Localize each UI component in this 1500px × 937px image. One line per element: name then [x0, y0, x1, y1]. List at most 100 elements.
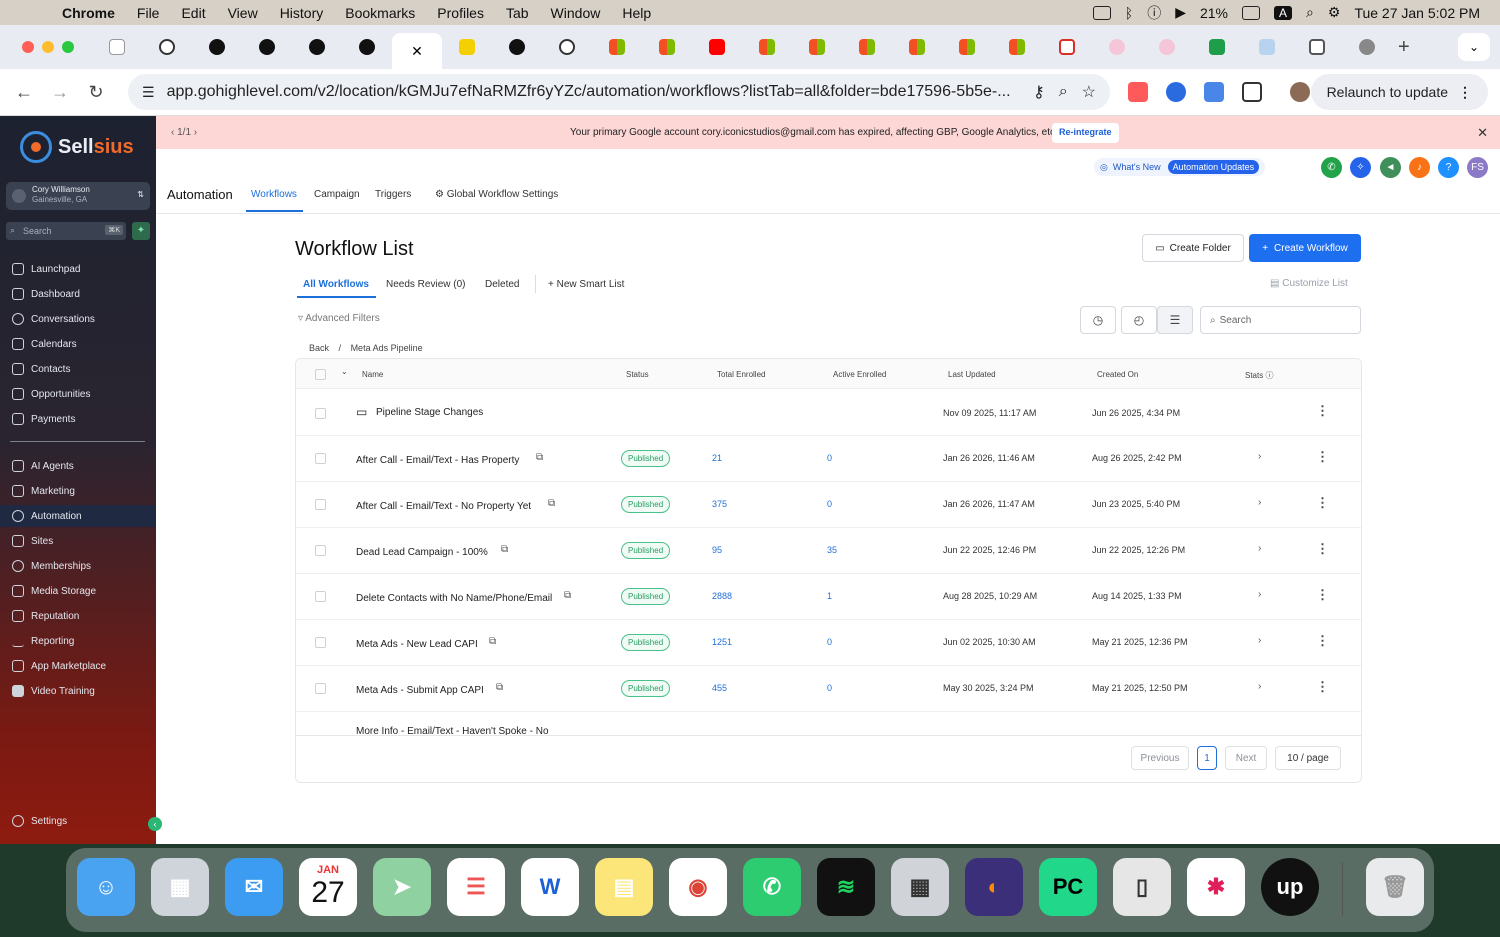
nav-app-marketplace[interactable]: App Marketplace [0, 655, 156, 677]
whatsapp-icon[interactable]: ✆ [743, 858, 801, 916]
google-translate-icon[interactable] [1204, 82, 1224, 102]
iphone-mirroring-icon[interactable]: ▯ [1113, 858, 1171, 916]
select-all-checkbox[interactable] [315, 369, 326, 380]
reintegrate-button[interactable]: Re-integrate [1052, 123, 1119, 143]
browser-tab[interactable] [542, 32, 592, 62]
new-smart-list-button[interactable]: + New Smart List [548, 279, 624, 290]
chevron-down-icon[interactable]: ⌄ [341, 367, 348, 376]
row-checkbox[interactable] [315, 637, 326, 648]
nav-marketing[interactable]: Marketing [0, 480, 156, 502]
nav-launchpad[interactable]: Launchpad [0, 258, 156, 280]
browser-tab[interactable] [1342, 32, 1392, 62]
maps-icon[interactable]: ➤ [373, 858, 431, 916]
browser-tab[interactable] [742, 32, 792, 62]
address-bar[interactable]: ☰ app.gohighlevel.com/v2/location/kGMJu7… [128, 74, 1110, 110]
tab-deleted[interactable]: Deleted [485, 279, 519, 290]
announcement-icon[interactable]: ◄ [1380, 157, 1401, 178]
menu-bookmarks[interactable]: Bookmarks [345, 5, 415, 21]
bookmark-star-icon[interactable]: ☆ [1082, 82, 1096, 102]
total-enrolled[interactable]: 95 [712, 545, 722, 555]
tab-needs-review[interactable]: Needs Review (0) [386, 279, 465, 290]
slack-icon[interactable]: ✱ [1187, 858, 1245, 916]
automation-updates-badge[interactable]: Automation Updates [1167, 160, 1260, 174]
nav-ai-agents[interactable]: AI Agents [0, 455, 156, 477]
customize-list-button[interactable]: ▤ Customize List [1270, 278, 1348, 289]
nav-media-storage[interactable]: Media Storage [0, 580, 156, 602]
browser-tab[interactable] [492, 32, 542, 62]
external-link-icon[interactable]: ⧉ [548, 498, 555, 509]
more-vertical-icon[interactable]: ⋮ [1316, 495, 1329, 511]
tab-global-workflow-settings[interactable]: ⚙ Global Workflow Settings [435, 189, 558, 200]
browser-tab[interactable] [592, 32, 642, 62]
table-row[interactable]: Meta Ads - New Lead CAPI ⧉ Published 125… [296, 620, 1361, 666]
window-minimize-icon[interactable] [42, 41, 54, 53]
extension-blue-icon[interactable] [1166, 82, 1186, 102]
battery-icon[interactable] [1242, 5, 1261, 20]
nav-calendars[interactable]: Calendars [0, 333, 156, 355]
tab-search-chevron-icon[interactable]: ⌄ [1458, 33, 1490, 61]
close-icon[interactable]: ✕ [1477, 125, 1488, 141]
row-checkbox[interactable] [315, 683, 326, 694]
table-row-partial[interactable]: More Info - Email/Text - Haven't Spoke -… [296, 712, 1361, 736]
table-row[interactable]: Dead Lead Campaign - 100% ⧉ Published 95… [296, 528, 1361, 574]
active-enrolled[interactable]: 1 [827, 591, 832, 601]
collapse-sidebar-button[interactable]: ‹ [148, 817, 162, 831]
page-size-select[interactable]: 10 / page [1275, 746, 1341, 770]
row-checkbox[interactable] [315, 408, 326, 419]
workflow-name[interactable]: More Info - Email/Text - Haven't Spoke -… [356, 726, 549, 735]
external-link-icon[interactable]: ⧉ [564, 590, 571, 601]
nav-automation[interactable]: Automation [0, 505, 156, 527]
more-vertical-icon[interactable]: ⋮ [1316, 679, 1329, 695]
clock-button[interactable]: ◴ [1121, 306, 1157, 334]
browser-tab[interactable] [992, 32, 1042, 62]
previous-page-button[interactable]: Previous [1131, 746, 1189, 770]
nav-video-training[interactable]: Video Training [0, 680, 156, 702]
nav-conversations[interactable]: Conversations [0, 308, 156, 330]
browser-tab[interactable] [842, 32, 892, 62]
active-enrolled[interactable]: 35 [827, 545, 837, 555]
table-row[interactable]: ▭ Pipeline Stage Changes Nov 09 2025, 11… [296, 390, 1361, 436]
browser-tab[interactable] [1292, 32, 1342, 62]
page-1-button[interactable]: 1 [1197, 746, 1217, 770]
menu-view[interactable]: View [228, 5, 258, 21]
browser-tab[interactable] [292, 32, 342, 62]
nav-memberships[interactable]: Memberships [0, 555, 156, 577]
brand-logo[interactable]: Sell sius [20, 131, 134, 163]
launchpad-icon[interactable]: ▦ [151, 858, 209, 916]
active-enrolled[interactable]: 0 [827, 683, 832, 693]
notes-icon[interactable]: ▤ [595, 858, 653, 916]
nav-reporting[interactable]: Reporting [0, 630, 156, 652]
active-enrolled[interactable]: 0 [827, 637, 832, 647]
total-enrolled[interactable]: 375 [712, 499, 727, 509]
window-close-icon[interactable] [22, 41, 34, 53]
browser-tab[interactable] [1142, 32, 1192, 62]
calendar-icon[interactable]: JAN 27 [299, 858, 357, 916]
window-zoom-icon[interactable] [62, 41, 74, 53]
workflow-name[interactable]: Delete Contacts with No Name/Phone/Email [356, 593, 552, 604]
whats-new-button[interactable]: ◎ What's New Automation Updates [1094, 158, 1266, 176]
nav-payments[interactable]: Payments [0, 408, 156, 430]
col-status[interactable]: Status [626, 370, 649, 379]
row-checkbox[interactable] [315, 591, 326, 602]
trash-icon[interactable]: 🗑 [1366, 858, 1424, 916]
accessibility-icon[interactable]: ⓘ [1147, 3, 1161, 23]
menu-help[interactable]: Help [622, 5, 651, 21]
browser-tab[interactable] [242, 32, 292, 62]
total-enrolled[interactable]: 455 [712, 683, 727, 693]
active-enrolled[interactable]: 0 [827, 453, 832, 463]
browser-tab[interactable] [342, 32, 392, 62]
nav-contacts[interactable]: Contacts [0, 358, 156, 380]
total-enrolled[interactable]: 1251 [712, 637, 732, 647]
browser-tab[interactable] [792, 32, 842, 62]
spotify-icon[interactable]: ≋ [817, 858, 875, 916]
menu-tab[interactable]: Tab [506, 5, 529, 21]
menu-app-name[interactable]: Chrome [62, 5, 115, 21]
display-icon[interactable] [1092, 5, 1111, 20]
pycharm-icon[interactable]: PC [1039, 858, 1097, 916]
upwork-icon[interactable]: up [1261, 858, 1319, 916]
more-vertical-icon[interactable]: ⋮ [1316, 449, 1329, 465]
more-vertical-icon[interactable]: ⋮ [1316, 633, 1329, 649]
chevron-right-icon[interactable]: › [1258, 497, 1261, 508]
tab-all-workflows[interactable]: All Workflows [303, 279, 369, 290]
browser-tab[interactable] [1192, 32, 1242, 62]
